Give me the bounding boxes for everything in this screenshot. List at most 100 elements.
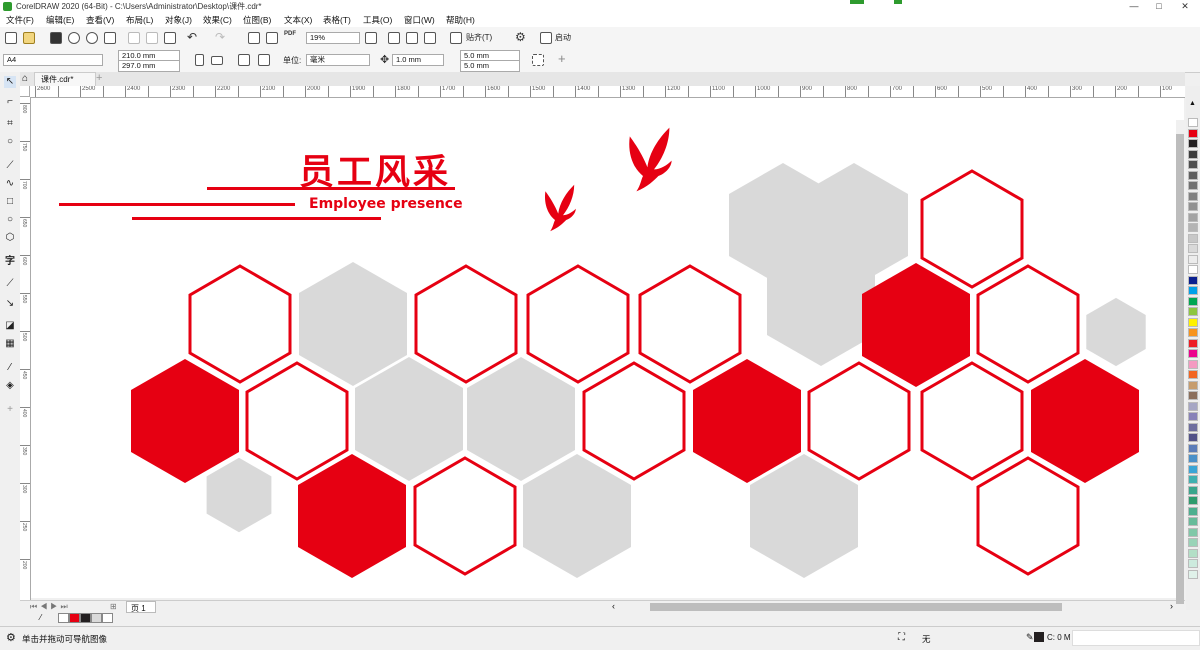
vertical-scrollbar[interactable] — [1176, 120, 1184, 604]
eyedropper-icon[interactable]: ⁄ — [4, 362, 16, 374]
page-size-select[interactable]: A4 — [3, 54, 103, 66]
scroll-right-icon[interactable]: › — [1170, 601, 1173, 611]
palette-swatch[interactable] — [1188, 160, 1198, 170]
palette-swatch[interactable] — [1188, 265, 1198, 275]
palette-swatch[interactable] — [1188, 181, 1198, 191]
gray-hexagon[interactable] — [299, 262, 407, 386]
menu-window[interactable]: 窗口(W) — [404, 14, 435, 26]
document-palette-swatch[interactable] — [80, 613, 91, 623]
vertical-scrollbar-thumb[interactable] — [1176, 134, 1184, 604]
outline-hexagon[interactable] — [188, 264, 292, 384]
palette-swatch[interactable] — [1188, 191, 1198, 201]
portrait-icon[interactable] — [195, 54, 204, 66]
palette-swatch[interactable] — [1188, 286, 1198, 296]
ellipse-tool-icon[interactable]: ○ — [4, 214, 16, 226]
save-icon[interactable] — [50, 32, 62, 44]
shape-tool-icon[interactable]: ⌐ — [4, 96, 16, 108]
open-folder-icon[interactable] — [23, 32, 35, 44]
red-hexagon[interactable] — [1031, 359, 1139, 483]
connector-tool-icon[interactable]: ↘ — [4, 298, 16, 310]
palette-swatch[interactable] — [1188, 433, 1198, 443]
full-screen-icon[interactable] — [365, 32, 377, 44]
horizontal-scrollbar-thumb[interactable] — [650, 603, 1062, 611]
snap-icon[interactable] — [450, 32, 462, 44]
decorative-line[interactable] — [59, 203, 295, 206]
export-icon[interactable] — [266, 32, 278, 44]
page-tab[interactable]: 页 1 — [126, 601, 156, 613]
palette-swatch[interactable] — [1188, 538, 1198, 548]
menu-object[interactable]: 对象(J) — [165, 14, 192, 26]
pick-tool-icon[interactable]: ↖ — [4, 76, 16, 88]
palette-swatch[interactable] — [1188, 401, 1198, 411]
ruler-origin[interactable] — [20, 86, 30, 97]
paste-icon[interactable] — [164, 32, 176, 44]
palette-swatch[interactable] — [1188, 338, 1198, 348]
menu-file[interactable]: 文件(F) — [6, 14, 34, 26]
palette-swatch[interactable] — [1188, 506, 1198, 516]
settings-gear-icon[interactable]: ⚙ — [6, 631, 16, 644]
import-icon[interactable] — [248, 32, 260, 44]
interactive-fill-icon[interactable]: ◈ — [4, 380, 16, 392]
outline-hexagon[interactable] — [807, 361, 911, 481]
redo-icon[interactable]: ↷ — [215, 30, 225, 44]
palette-swatch[interactable] — [1188, 443, 1198, 453]
snap-to-dropdown[interactable]: 贴齐(T) — [466, 32, 492, 43]
all-pages-icon[interactable] — [238, 54, 250, 66]
outline-hexagon[interactable] — [414, 264, 518, 384]
publish-pdf-icon[interactable]: PDF — [284, 31, 296, 37]
palette-swatch[interactable] — [1188, 223, 1198, 233]
outline-hexagon[interactable] — [245, 361, 349, 481]
artwork-title[interactable]: 员工风采 — [299, 144, 451, 195]
new-document-icon[interactable] — [5, 32, 17, 44]
palette-swatch[interactable] — [1188, 485, 1198, 495]
palette-swatch[interactable] — [1188, 212, 1198, 222]
menu-layout[interactable]: 布局(L) — [126, 14, 153, 26]
app-launcher-dropdown[interactable]: 启动 — [555, 32, 571, 43]
menu-edit[interactable]: 编辑(E) — [46, 14, 74, 26]
parallel-dimension-icon[interactable]: ⟋ — [4, 278, 16, 290]
landscape-icon[interactable] — [211, 56, 223, 65]
drawing-canvas[interactable]: 员工风采 Employee presence — [31, 98, 1184, 598]
menu-view[interactable]: 查看(V) — [86, 14, 114, 26]
units-select[interactable]: 毫米 — [306, 54, 370, 66]
nudge-distance-field[interactable]: 1.0 mm — [392, 54, 444, 66]
palette-swatch[interactable] — [1188, 296, 1198, 306]
palette-swatch[interactable] — [1188, 412, 1198, 422]
document-palette-swatch[interactable] — [91, 613, 102, 623]
palette-swatch[interactable] — [1188, 149, 1198, 159]
palette-swatch[interactable] — [1188, 380, 1198, 390]
menu-effects[interactable]: 效果(C) — [203, 14, 232, 26]
gray-hexagon[interactable] — [467, 357, 575, 481]
palette-swatch[interactable] — [1188, 569, 1198, 579]
palette-swatch[interactable] — [1188, 254, 1198, 264]
gray-hexagon[interactable] — [523, 454, 631, 578]
palette-swatch[interactable] — [1188, 307, 1198, 317]
palette-swatch[interactable] — [1188, 422, 1198, 432]
outline-hexagon[interactable] — [976, 264, 1080, 384]
palette-swatch[interactable] — [1188, 559, 1198, 569]
bird-icon[interactable] — [629, 127, 672, 192]
red-hexagon[interactable] — [298, 454, 406, 578]
palette-swatch[interactable] — [1188, 359, 1198, 369]
copy-icon[interactable] — [146, 32, 158, 44]
palette-swatch[interactable] — [1188, 517, 1198, 527]
bird-icon[interactable] — [545, 184, 576, 232]
menu-text[interactable]: 文本(X) — [284, 14, 312, 26]
horizontal-ruler[interactable]: 2600 2500 2400 2300 2200 2100 2000 1900 1800 1700… — [30, 86, 1185, 98]
palette-swatch[interactable] — [1188, 170, 1198, 180]
show-guidelines-icon[interactable] — [424, 32, 436, 44]
duplicate-y-field[interactable]: 5.0 mm — [460, 60, 520, 72]
palette-swatch[interactable] — [1188, 317, 1198, 327]
cut-icon[interactable] — [128, 32, 140, 44]
palette-swatch[interactable] — [1188, 391, 1198, 401]
page-height-field[interactable]: 297.0 mm — [118, 60, 180, 72]
vertical-ruler[interactable]: 800 750 700 650 600 550 500 450 400 350 300 250 200 — [20, 97, 31, 600]
add-tool-icon[interactable]: + — [4, 404, 16, 416]
polygon-tool-icon[interactable]: ⬡ — [4, 232, 16, 244]
palette-swatch[interactable] — [1188, 244, 1198, 254]
close-button[interactable]: ✕ — [1174, 0, 1196, 13]
document-palette-swatch[interactable] — [102, 613, 113, 623]
gray-hexagon[interactable] — [1086, 297, 1146, 367]
palette-swatch[interactable] — [1188, 496, 1198, 506]
palette-swatch[interactable] — [1188, 454, 1198, 464]
